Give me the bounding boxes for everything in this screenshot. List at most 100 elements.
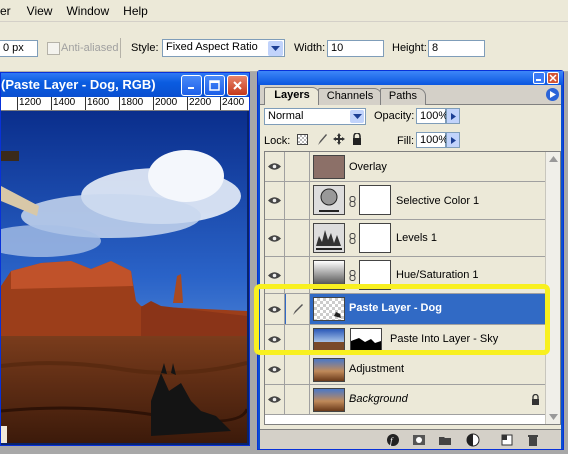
layer-row[interactable]: Selective Color 1: [265, 182, 552, 220]
layer-row-selected[interactable]: Paste Layer - Dog: [265, 294, 552, 325]
visibility-toggle[interactable]: [265, 294, 285, 324]
layer-link-cell[interactable]: [286, 294, 310, 324]
layer-row[interactable]: Adjustment: [265, 355, 552, 385]
layer-link-cell[interactable]: [286, 385, 310, 414]
tab-layers[interactable]: Layers: [264, 87, 320, 105]
layer-link-cell[interactable]: [286, 220, 310, 256]
add-mask-icon[interactable]: [412, 433, 426, 447]
eye-icon: [268, 366, 281, 373]
layer-thumbnail: [313, 297, 345, 321]
chain-link-icon: [349, 270, 356, 281]
layer-list-scrollbar[interactable]: [545, 152, 560, 424]
brush-icon: [292, 303, 303, 315]
opacity-arrow-button[interactable]: [446, 108, 460, 124]
style-select[interactable]: Fixed Aspect Ratio: [162, 39, 285, 57]
layers-palette: Layers Channels Paths Normal Opacity: 10…: [257, 70, 564, 450]
scroll-up-icon[interactable]: [549, 156, 558, 162]
menu-item-help[interactable]: Help: [116, 4, 155, 18]
height-label: Height:: [392, 42, 427, 54]
chevron-down-icon[interactable]: [350, 110, 364, 123]
width-input[interactable]: 10: [327, 40, 384, 57]
trash-icon[interactable]: [526, 433, 540, 447]
new-adjustment-layer-icon[interactable]: [466, 433, 480, 447]
close-icon: [233, 81, 242, 90]
lock-brush-icon[interactable]: [316, 133, 328, 146]
divider: [120, 38, 121, 58]
opacity-input[interactable]: 100%: [416, 108, 448, 124]
eye-icon: [268, 336, 281, 343]
layer-thumbnail: [313, 155, 345, 179]
eye-icon: [268, 305, 281, 313]
ruler-tick: 2400: [222, 97, 245, 108]
palette-close-button[interactable]: [547, 72, 559, 84]
palette-minimize-button[interactable]: [533, 72, 545, 84]
layer-name: Overlay: [349, 161, 387, 173]
visibility-toggle[interactable]: [265, 257, 285, 293]
tab-paths[interactable]: Paths: [380, 88, 426, 105]
visibility-toggle[interactable]: [265, 325, 285, 354]
layer-link-cell[interactable]: [286, 152, 310, 181]
palette-menu-button[interactable]: [546, 88, 559, 101]
ruler-tick: 2000: [155, 97, 178, 108]
horizontal-ruler: 1200 1400 1600 1800 2000 2200 2400: [1, 97, 249, 111]
visibility-toggle[interactable]: [265, 220, 285, 256]
minimize-button[interactable]: [181, 75, 202, 96]
menu-item-view[interactable]: View: [20, 4, 60, 18]
hue-saturation-icon: [313, 260, 345, 290]
close-button[interactable]: [227, 75, 248, 96]
layer-row[interactable]: Overlay: [265, 152, 552, 182]
layer-name: Adjustment: [349, 363, 405, 375]
arrow-right-icon: [549, 91, 556, 98]
layer-thumbnail: [313, 388, 345, 412]
lock-transparent-icon[interactable]: [297, 134, 308, 145]
eye-icon: [268, 396, 281, 403]
layer-mask-thumbnail: [359, 260, 391, 290]
arrow-right-icon: [450, 136, 456, 144]
menu-item-window[interactable]: Window: [59, 4, 116, 18]
fill-arrow-button[interactable]: [446, 132, 460, 148]
layer-thumbnail: [313, 358, 345, 382]
close-icon: [549, 74, 557, 82]
layer-link-cell[interactable]: [286, 257, 310, 293]
lock-move-icon[interactable]: [333, 133, 345, 145]
layer-link-cell[interactable]: [286, 182, 310, 219]
image-canvas[interactable]: [1, 111, 247, 443]
tab-channels[interactable]: Channels: [318, 88, 382, 105]
layer-row[interactable]: Background: [265, 385, 552, 415]
width-label: Width:: [294, 42, 326, 54]
blend-mode-select[interactable]: Normal: [264, 108, 366, 125]
fill-input[interactable]: 100%: [416, 132, 448, 148]
chevron-down-icon[interactable]: [268, 41, 283, 56]
layer-link-cell[interactable]: [286, 325, 310, 354]
layer-list[interactable]: Overlay Selective Color 1 Levels 1 Hue/S…: [264, 151, 561, 425]
layer-row[interactable]: Paste Into Layer - Sky: [265, 325, 552, 355]
layer-row[interactable]: Hue/Saturation 1: [265, 257, 552, 294]
layer-row[interactable]: Levels 1: [265, 220, 552, 257]
layer-mask-thumbnail: [359, 185, 391, 215]
document-title: (Paste Layer - Dog, RGB): [1, 77, 156, 92]
visibility-toggle[interactable]: [265, 182, 285, 219]
scroll-down-icon[interactable]: [549, 414, 558, 420]
height-input[interactable]: 8: [428, 40, 485, 57]
visibility-toggle[interactable]: [265, 152, 285, 181]
visibility-toggle[interactable]: [265, 385, 285, 414]
new-group-icon[interactable]: [438, 433, 452, 447]
anti-aliased-checkbox[interactable]: [47, 42, 60, 55]
ruler-tick: 1400: [53, 97, 76, 108]
eye-icon: [268, 197, 281, 204]
desert-dog-image: [1, 111, 247, 443]
layer-link-cell[interactable]: [286, 355, 310, 384]
layer-style-icon[interactable]: f: [386, 433, 400, 447]
visibility-toggle[interactable]: [265, 355, 285, 384]
palette-title-bar[interactable]: [258, 71, 563, 85]
layer-name: Hue/Saturation 1: [396, 269, 479, 281]
minimize-icon: [536, 79, 541, 81]
feather-input[interactable]: 0 px: [0, 40, 38, 57]
maximize-button[interactable]: [204, 75, 225, 96]
adjustment-icon: [313, 185, 345, 215]
menu-item-edit[interactable]: er: [0, 4, 18, 18]
menu-bar: er View Window Help: [0, 0, 568, 22]
new-layer-icon[interactable]: [500, 433, 514, 447]
palette-body: Layers Channels Paths Normal Opacity: 10…: [260, 85, 561, 449]
lock-all-icon[interactable]: [352, 133, 362, 145]
